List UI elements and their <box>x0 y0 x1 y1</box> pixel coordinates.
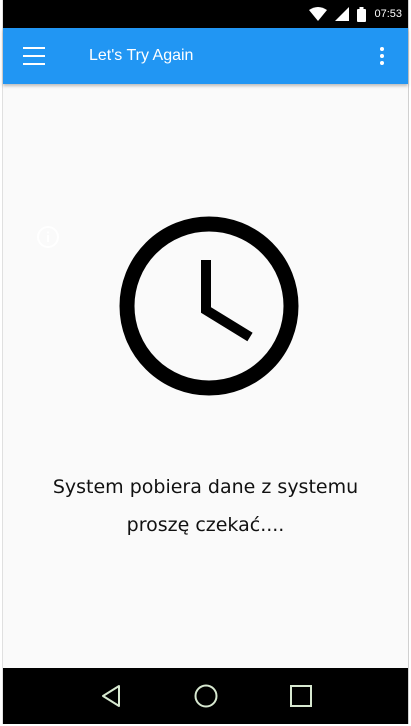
more-options-button[interactable] <box>362 28 402 84</box>
loading-message-line1: System pobiera dane z systemu <box>52 476 359 498</box>
app-bar: Let's Try Again <box>3 28 408 84</box>
info-icon[interactable] <box>36 225 60 249</box>
battery-icon <box>357 6 367 22</box>
status-bar: 07:53 <box>3 0 408 28</box>
app-title: Let's Try Again <box>89 47 194 64</box>
menu-button[interactable] <box>23 28 71 84</box>
home-icon <box>194 684 217 708</box>
loading-message-line2: proszę czekać.... <box>126 514 285 536</box>
phone-screen: 07:53 Let's Try Again System pobiera dan… <box>2 0 409 724</box>
status-time: 07:53 <box>374 8 402 20</box>
recents-button[interactable] <box>281 676 321 716</box>
home-button[interactable] <box>186 676 226 716</box>
recents-icon <box>289 685 312 707</box>
clock-icon <box>119 216 299 396</box>
more-vert-icon <box>380 46 384 67</box>
wifi-icon <box>309 7 328 21</box>
menu-icon <box>23 44 45 68</box>
back-icon <box>101 685 120 707</box>
navigation-bar <box>3 668 408 724</box>
signal-icon <box>335 7 350 21</box>
back-button[interactable] <box>91 676 131 716</box>
